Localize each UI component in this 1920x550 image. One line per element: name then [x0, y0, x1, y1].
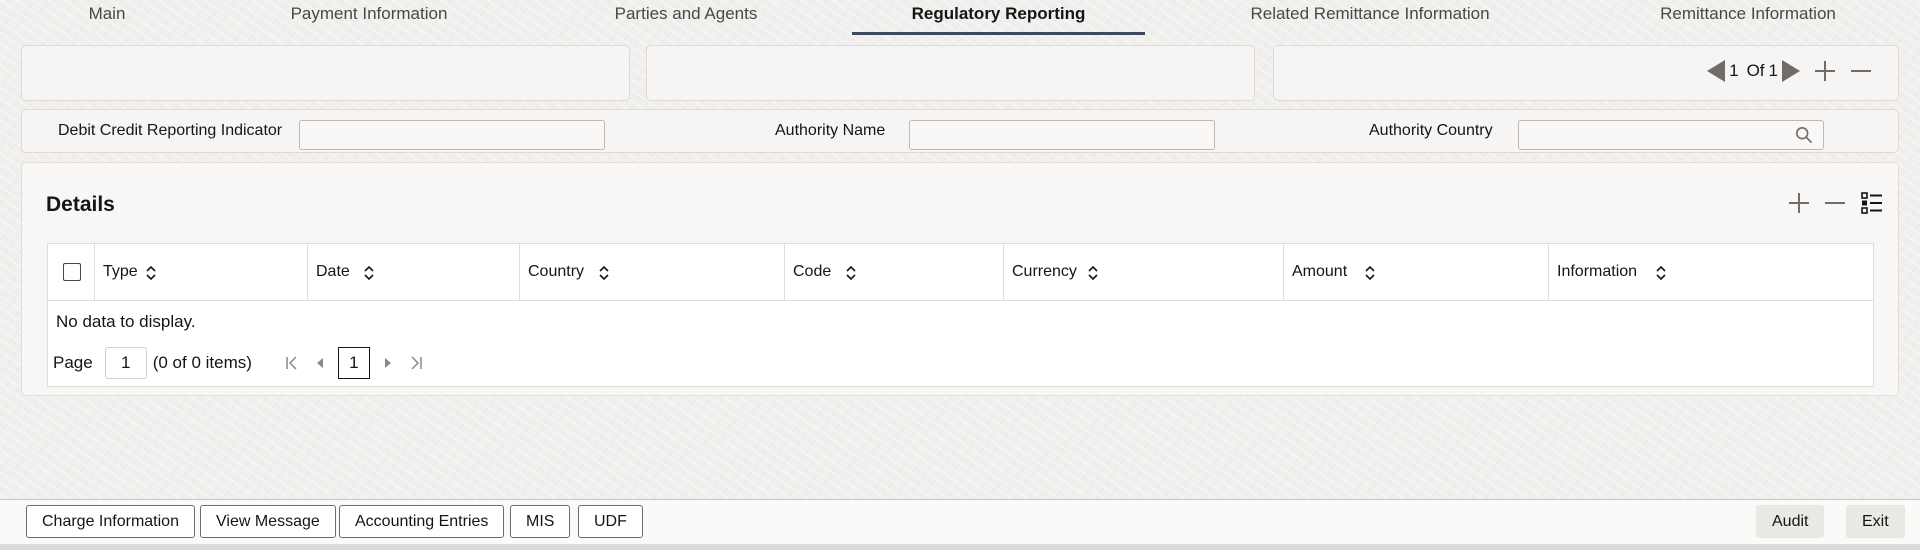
column-amount-label: Amount — [1292, 263, 1348, 280]
column-type-label: Type — [103, 263, 138, 280]
top-panel-left — [21, 45, 630, 101]
sort-icon[interactable] — [1655, 264, 1667, 282]
tab-regulatory-reporting[interactable]: Regulatory Reporting — [852, 0, 1145, 36]
sort-icon[interactable] — [363, 264, 375, 282]
column-information[interactable]: Information — [1549, 244, 1873, 301]
column-currency-label: Currency — [1012, 263, 1077, 280]
column-currency[interactable]: Currency — [1004, 244, 1284, 301]
search-icon[interactable] — [1795, 126, 1813, 144]
pager-current: 1 — [1729, 61, 1739, 80]
debit-credit-indicator-label: Debit Credit Reporting Indicator — [58, 122, 283, 139]
tab-bar: Main Payment Information Parties and Age… — [0, 0, 1920, 36]
charge-information-button[interactable]: Charge Information — [26, 505, 195, 538]
pager-of-label: Of — [1746, 61, 1765, 80]
next-page-icon[interactable] — [374, 349, 402, 377]
page-number-input[interactable]: 1 — [104, 347, 147, 379]
select-all-checkbox[interactable] — [63, 263, 81, 281]
mis-button[interactable]: MIS — [510, 505, 571, 538]
details-actions — [1788, 191, 1884, 215]
sort-icon[interactable] — [1364, 264, 1376, 282]
debit-credit-indicator-input[interactable] — [299, 120, 605, 150]
table-header: Type Date Country Code Currency Amount I… — [48, 244, 1873, 301]
top-panel-right: 1 Of 1 — [1273, 45, 1899, 101]
column-code[interactable]: Code — [785, 244, 1004, 301]
authority-country-input[interactable] — [1518, 120, 1824, 150]
tab-payment-information[interactable]: Payment Information — [276, 0, 462, 36]
add-row-icon[interactable] — [1788, 192, 1810, 214]
first-page-icon[interactable] — [278, 349, 306, 377]
column-information-label: Information — [1557, 263, 1638, 280]
remove-row-icon[interactable] — [1824, 192, 1846, 214]
previous-page-icon[interactable] — [306, 349, 334, 377]
reporting-fields-row: Debit Credit Reporting Indicator Authori… — [21, 109, 1899, 153]
sort-icon[interactable] — [598, 264, 610, 282]
items-count: (0 of 0 items) — [152, 353, 252, 372]
record-pager: 1 Of 1 — [1707, 60, 1872, 82]
authority-name-input[interactable] — [909, 120, 1215, 150]
authority-country-label: Authority Country — [1369, 122, 1493, 139]
bottom-strip — [0, 544, 1920, 550]
tab-parties-and-agents[interactable]: Parties and Agents — [600, 0, 772, 36]
remove-record-icon[interactable] — [1850, 60, 1872, 82]
last-page-icon[interactable] — [402, 349, 430, 377]
column-amount[interactable]: Amount — [1284, 244, 1549, 301]
authority-name-label: Authority Name — [775, 122, 886, 139]
sort-icon[interactable] — [1087, 264, 1099, 282]
add-record-icon[interactable] — [1814, 60, 1836, 82]
details-section: Details Type Date Country Code Currency … — [21, 162, 1899, 396]
select-all-column — [48, 244, 95, 301]
tab-remittance-information[interactable]: Remittance Information — [1640, 0, 1856, 36]
current-page-button[interactable]: 1 — [337, 347, 370, 379]
tab-related-remittance-information[interactable]: Related Remittance Information — [1236, 0, 1504, 36]
details-title: Details — [46, 193, 115, 216]
sort-icon[interactable] — [845, 264, 857, 282]
column-date[interactable]: Date — [308, 244, 520, 301]
column-code-label: Code — [793, 263, 832, 280]
accounting-entries-button[interactable]: Accounting Entries — [339, 505, 505, 538]
top-panel-middle — [646, 45, 1255, 101]
next-record-icon[interactable] — [1782, 60, 1800, 82]
column-country-label: Country — [528, 263, 585, 280]
footer-bar: Charge Information View Message Accounti… — [0, 499, 1920, 550]
sort-icon[interactable] — [145, 264, 157, 282]
details-table: Type Date Country Code Currency Amount I… — [47, 243, 1874, 387]
page-label: Page — [53, 353, 93, 372]
pagination-bar: Page 1 (0 of 0 items) 1 — [53, 347, 430, 379]
view-message-button[interactable]: View Message — [200, 505, 336, 538]
tab-main[interactable]: Main — [66, 0, 148, 36]
column-date-label: Date — [316, 263, 350, 280]
udf-button[interactable]: UDF — [578, 505, 643, 538]
no-data-message: No data to display. — [56, 312, 196, 331]
previous-record-icon[interactable] — [1707, 60, 1726, 82]
exit-button[interactable]: Exit — [1846, 505, 1905, 538]
column-country[interactable]: Country — [520, 244, 785, 301]
pager-total: 1 — [1768, 61, 1778, 80]
column-type[interactable]: Type — [95, 244, 308, 301]
list-view-icon[interactable] — [1860, 191, 1884, 215]
audit-button[interactable]: Audit — [1756, 505, 1825, 538]
